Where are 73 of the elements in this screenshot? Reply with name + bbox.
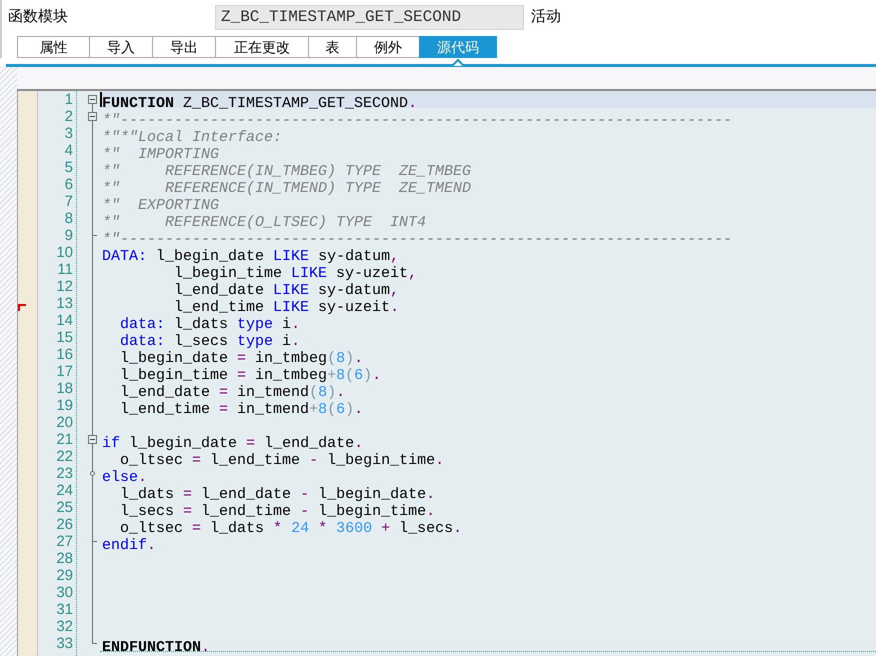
code-line: data: l_dats type i.	[119, 316, 300, 333]
line-number: 4	[64, 142, 73, 159]
code-line: else.	[102, 469, 148, 486]
code-line: *" REFERENCE(O_LTSEC) TYPE INT4	[102, 214, 426, 231]
code-line: l_end_time = in_tmend+8(6).	[119, 401, 364, 418]
code-line: *" IMPORTING	[102, 146, 220, 163]
line-number: 29	[56, 567, 73, 584]
line-number: 26	[56, 516, 73, 533]
line-number: 31	[56, 601, 73, 618]
code-line: l_end_time LIKE sy-uzeit.	[173, 299, 400, 316]
line-number: 19	[56, 397, 73, 414]
line-number: 32	[56, 618, 73, 635]
field-label: 函数模块	[8, 8, 68, 25]
code-line: l_end_date = in_tmend(8).	[119, 384, 346, 401]
status-text: 活动	[531, 6, 561, 27]
code-line: DATA: l_begin_date LIKE sy-datum,	[102, 248, 400, 265]
text-cursor	[100, 92, 102, 107]
code-line: *" EXPORTING	[102, 197, 220, 214]
line-number: 21	[56, 431, 73, 448]
tab[interactable]: 正在更改	[215, 36, 309, 58]
line-number: 16	[56, 346, 73, 363]
line-number: 8	[64, 210, 73, 227]
line-number: 7	[64, 193, 73, 210]
code-line: l_begin_date = in_tmbeg(8).	[119, 350, 364, 367]
line-number: 28	[56, 550, 73, 567]
tab[interactable]: 属性	[17, 36, 90, 58]
code-line: l_begin_time = in_tmbeg+8(6).	[119, 367, 382, 384]
code-line: endif.	[102, 537, 156, 554]
line-number: 13	[56, 295, 73, 312]
code-line: o_ltsec = l_dats * 24 * 3600 + l_secs.	[119, 520, 462, 537]
line-number: 9	[64, 227, 73, 244]
line-number: 24	[56, 482, 73, 499]
code-line: FUNCTION Z_BC_TIMESTAMP_GET_SECOND.	[102, 95, 418, 112]
line-number: 23	[56, 465, 73, 482]
code-line: o_ltsec = l_end_time - l_begin_time.	[119, 452, 444, 469]
code-line: data: l_secs type i.	[119, 333, 300, 350]
tab[interactable]: 例外	[356, 36, 420, 58]
line-number: 27	[56, 533, 73, 550]
line-number: 33	[56, 635, 73, 652]
line-number: 1	[64, 91, 73, 108]
fold-collapse-icon[interactable]	[88, 435, 97, 444]
fold-collapse-icon[interactable]	[88, 95, 97, 104]
tab[interactable]: 导出	[152, 36, 216, 58]
line-number: 14	[56, 312, 73, 329]
line-number: 6	[64, 176, 73, 193]
code-line: if l_begin_date = l_end_date.	[102, 435, 364, 452]
line-number: 17	[56, 363, 73, 380]
line-number: 2	[64, 108, 73, 125]
code-line: *"--------------------------------------------------------------------	[102, 112, 732, 129]
line-number: 10	[56, 244, 73, 261]
code-line: l_secs = l_end_time - l_begin_time.	[119, 503, 436, 520]
code-line: l_dats = l_end_date - l_begin_date.	[119, 486, 436, 503]
code-line: ENDFUNCTION.	[102, 639, 210, 656]
function-name-field[interactable]: Z_BC_TIMESTAMP_GET_SECOND	[215, 4, 524, 30]
line-number: 20	[56, 414, 73, 431]
line-number: 22	[56, 448, 73, 465]
line-number: 30	[56, 584, 73, 601]
line-number: 15	[56, 329, 73, 346]
line-number: 3	[64, 125, 73, 142]
tab[interactable]: 表	[308, 36, 357, 58]
code-line: *" REFERENCE(IN_TMBEG) TYPE ZE_TMBEG	[102, 163, 472, 180]
code-line: *" REFERENCE(IN_TMEND) TYPE ZE_TMEND	[102, 180, 472, 197]
line-number: 11	[57, 261, 73, 278]
line-number: 5	[64, 159, 73, 176]
code-line: *"--------------------------------------------------------------------	[102, 231, 732, 248]
fold-collapse-icon[interactable]	[88, 112, 97, 121]
line-number: 18	[56, 380, 73, 397]
tab[interactable]: 导入	[89, 36, 153, 58]
code-line: *"*"Local Interface:	[102, 129, 282, 146]
line-number: 12	[56, 278, 73, 295]
line-number: 25	[56, 499, 73, 516]
code-line: l_begin_time LIKE sy-uzeit,	[173, 265, 418, 282]
code-line: l_end_date LIKE sy-datum,	[173, 282, 400, 299]
